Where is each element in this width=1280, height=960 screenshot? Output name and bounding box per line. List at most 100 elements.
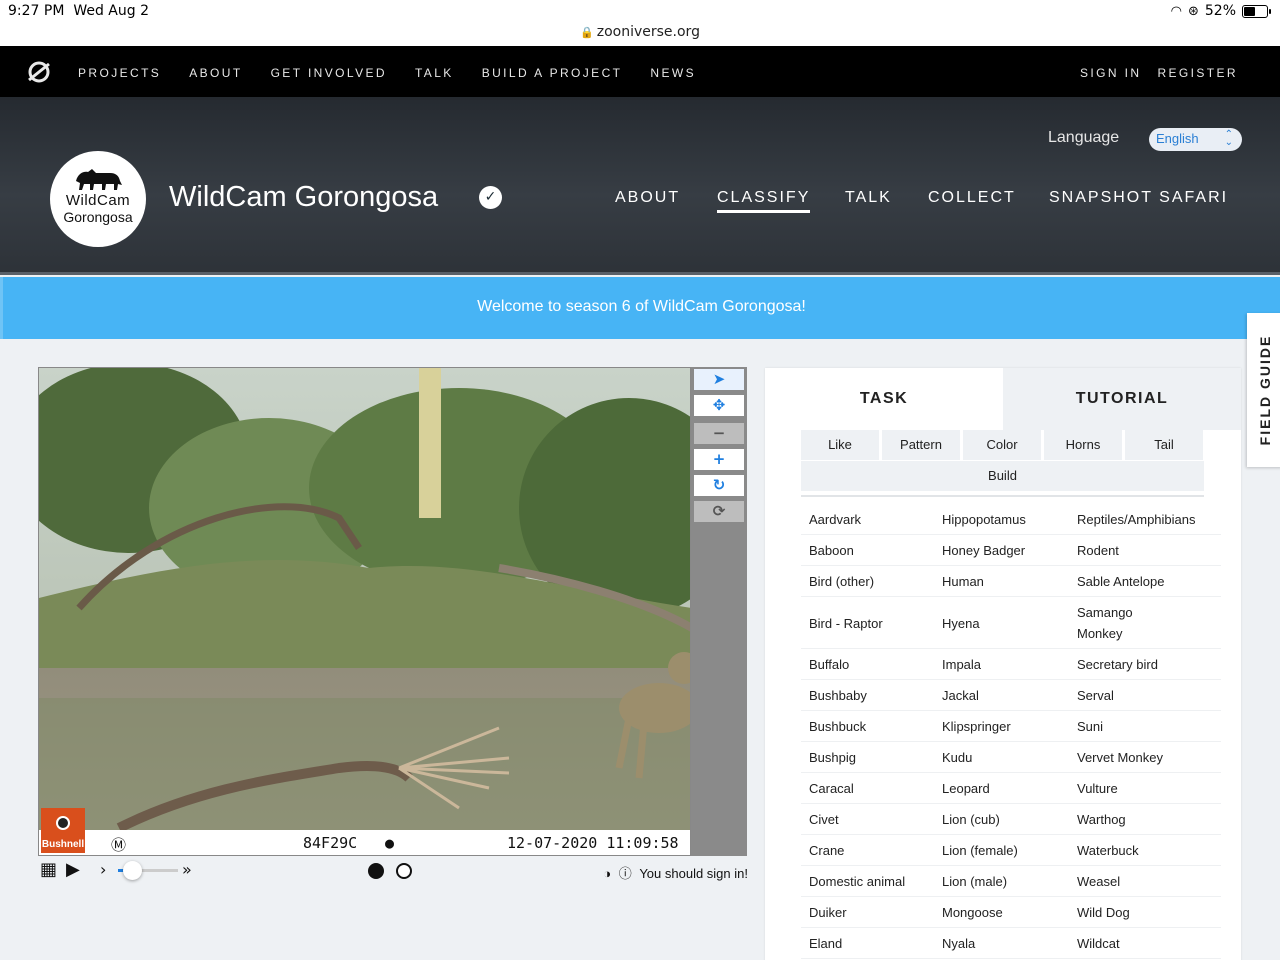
species-choice[interactable]: Bushbuck [809, 716, 866, 737]
play-icon[interactable]: ▶ [66, 858, 80, 882]
sign-in-link[interactable]: SIGN IN [1080, 66, 1141, 80]
species-choice[interactable]: Eland [809, 933, 842, 954]
species-choice[interactable]: Nyala [942, 933, 975, 954]
species-choice[interactable]: Vervet Monkey [1077, 747, 1163, 768]
species-choice[interactable]: Waterbuck [1077, 840, 1139, 861]
species-row: Crane Lion (female) Waterbuck [801, 835, 1221, 866]
moon-phase-icon: ● [385, 834, 395, 852]
species-choice[interactable]: Weasel [1077, 871, 1120, 892]
rotate-icon[interactable]: ↻ [694, 475, 744, 496]
species-choice[interactable]: Klipspringer [942, 716, 1011, 737]
ios-status-bar: 9:27 PM Wed Aug 2 🔒 zooniverse.org ◠ ⊛ 52… [0, 0, 1280, 46]
zooniverse-logo-icon[interactable] [26, 59, 52, 85]
project-nav-collect[interactable]: COLLECT [928, 189, 1016, 207]
bushnell-emblem-icon [56, 816, 70, 830]
contrast-icon[interactable]: ◑ [603, 866, 611, 881]
species-choice[interactable]: Sable Antelope [1077, 571, 1164, 592]
frame-dot[interactable] [396, 863, 412, 879]
annotate-pointer-icon[interactable]: ➤ [694, 369, 744, 390]
task-panel: TASK TUTORIAL Like Pattern Color Horns Tail B… [765, 368, 1241, 960]
species-row: Bushbuck Klipspringer Suni [801, 711, 1221, 742]
top-nav-get-involved[interactable]: GET INVOLVED [271, 66, 387, 80]
species-choice[interactable]: Secretary bird [1077, 654, 1158, 675]
subject-image[interactable]: Ⓜ 84F29C ● 12-07-2020 11:09:58 Bushnell [38, 367, 691, 856]
grid-view-icon[interactable]: ▦ [40, 858, 57, 882]
filter-pattern[interactable]: Pattern [882, 430, 960, 460]
field-guide-label: FIELD GUIDE [1257, 334, 1273, 446]
species-choice[interactable]: Vulture [1077, 778, 1118, 799]
species-choice[interactable]: Lion (female) [942, 840, 1018, 861]
species-choice[interactable]: Human [942, 571, 984, 592]
species-choice[interactable]: Warthog [1077, 809, 1126, 830]
chevron-right-icon[interactable]: › [100, 858, 106, 882]
species-choice[interactable]: Bird - Raptor [809, 613, 883, 634]
camera-id: 84F29C [303, 834, 358, 852]
species-choice[interactable]: Bushbaby [809, 685, 867, 706]
species-row: Bushpig Kudu Vervet Monkey [801, 742, 1221, 773]
species-row: Eland Nyala Wildcat [801, 928, 1221, 959]
top-nav-about[interactable]: ABOUT [189, 66, 242, 80]
status-icons: ◠ ⊛ 52% [1171, 3, 1271, 19]
filter-build[interactable]: Build [801, 461, 1204, 491]
filter-horns[interactable]: Horns [1044, 430, 1122, 460]
banner-text: Welcome to season 6 of WildCam Gorongosa… [477, 298, 806, 315]
species-choice[interactable]: Leopard [942, 778, 990, 799]
filter-color[interactable]: Color [963, 430, 1041, 460]
species-choice[interactable]: Samango Monkey [1077, 602, 1147, 644]
species-choice[interactable]: Caracal [809, 778, 854, 799]
species-choice[interactable]: Jackal [942, 685, 979, 706]
info-icon[interactable]: ⓘ [619, 866, 632, 881]
zooniverse-top-nav: PROJECTS ABOUT GET INVOLVED TALK BUILD A PRO… [0, 46, 1280, 97]
reset-view-icon[interactable]: ⟳ [694, 501, 744, 522]
register-link[interactable]: REGISTER [1157, 66, 1238, 80]
species-choice[interactable]: Lion (cub) [942, 809, 1000, 830]
top-nav-projects[interactable]: PROJECTS [78, 66, 161, 80]
species-choice[interactable]: Serval [1077, 685, 1114, 706]
species-choice[interactable]: Civet [809, 809, 839, 830]
project-nav-about[interactable]: ABOUT [615, 189, 680, 207]
species-choice[interactable]: Domestic animal [809, 871, 905, 892]
frame-slider-thumb[interactable] [123, 861, 142, 880]
species-choice[interactable]: Baboon [809, 540, 854, 561]
species-choice[interactable]: Aardvark [809, 509, 861, 530]
species-choice[interactable]: Impala [942, 654, 981, 675]
project-title[interactable]: WildCam Gorongosa [169, 181, 438, 214]
address-bar[interactable]: 🔒 zooniverse.org [0, 24, 1280, 40]
species-choice[interactable]: Kudu [942, 747, 972, 768]
species-choice[interactable]: Bushpig [809, 747, 856, 768]
zoom-out-icon[interactable]: − [694, 423, 744, 444]
species-choice[interactable]: Honey Badger [942, 540, 1025, 561]
tab-tutorial[interactable]: TUTORIAL [1003, 368, 1241, 430]
species-choice[interactable]: Suni [1077, 716, 1103, 737]
project-nav-snapshot-safari[interactable]: SNAPSHOT SAFARI [1049, 189, 1228, 207]
species-choice[interactable]: Wildcat [1077, 933, 1120, 954]
top-nav-news[interactable]: NEWS [650, 66, 696, 80]
field-guide-tab[interactable]: FIELD GUIDE [1247, 313, 1280, 467]
project-nav-talk[interactable]: TALK [845, 189, 892, 207]
filter-like[interactable]: Like [801, 430, 879, 460]
top-nav-talk[interactable]: TALK [415, 66, 454, 80]
zoom-in-icon[interactable]: + [694, 449, 744, 470]
species-choice[interactable]: Duiker [809, 902, 847, 923]
pan-move-icon[interactable]: ✥ [694, 395, 744, 416]
species-choice[interactable]: Hyena [942, 613, 980, 634]
species-choice[interactable]: Wild Dog [1077, 902, 1130, 923]
species-choice[interactable]: Bird (other) [809, 571, 874, 592]
species-row: Duiker Mongoose Wild Dog [801, 897, 1221, 928]
species-choice[interactable]: Crane [809, 840, 844, 861]
top-nav-build-a-project[interactable]: BUILD A PROJECT [482, 66, 623, 80]
project-nav-classify[interactable]: CLASSIFY [717, 189, 811, 213]
viewer-controls: ▦ ▶ › » ◑ ⓘ You should sign in! [38, 858, 748, 886]
project-logo[interactable]: WildCam Gorongosa [50, 151, 146, 247]
species-choice[interactable]: Buffalo [809, 654, 849, 675]
species-choice[interactable]: Mongoose [942, 902, 1003, 923]
frame-dot-active[interactable] [368, 863, 384, 879]
filter-tail[interactable]: Tail [1125, 430, 1203, 460]
species-choice[interactable]: Reptiles/Amphibians [1077, 509, 1196, 530]
species-choice[interactable]: Hippopotamus [942, 509, 1026, 530]
double-chevron-right-icon[interactable]: » [182, 858, 192, 882]
language-select[interactable]: English ⌃ ⌄ [1149, 128, 1242, 151]
species-choice[interactable]: Lion (male) [942, 871, 1007, 892]
tab-task[interactable]: TASK [765, 368, 1003, 430]
species-choice[interactable]: Rodent [1077, 540, 1119, 561]
